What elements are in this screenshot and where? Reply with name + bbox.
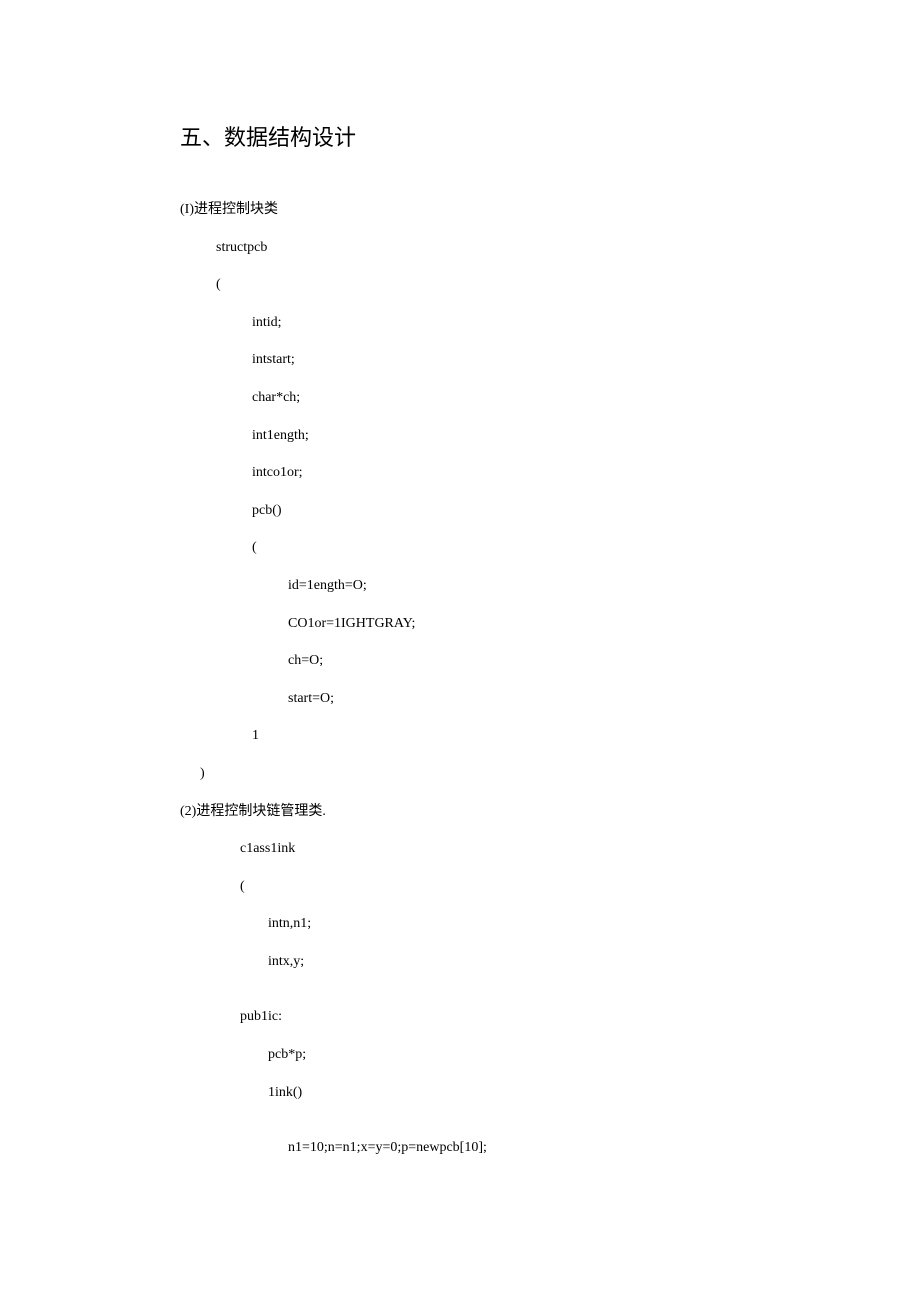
code-line: intstart;: [180, 350, 740, 370]
code-line: ): [180, 764, 740, 784]
code-line: intid;: [180, 313, 740, 333]
code-line: (: [180, 877, 740, 897]
code-line: int1ength;: [180, 426, 740, 446]
subsection-title-1: (I)进程控制块类: [180, 200, 740, 220]
code-line: id=1ength=O;: [180, 576, 740, 596]
code-line: 1: [180, 726, 740, 746]
code-line: pcb*p;: [180, 1045, 740, 1065]
code-line: pub1ic:: [180, 1007, 740, 1027]
code-line: (: [180, 538, 740, 558]
code-line: intn,n1;: [180, 914, 740, 934]
code-line: c1ass1ink: [180, 839, 740, 859]
section-heading: 五、数据结构设计: [180, 120, 740, 152]
code-line: char*ch;: [180, 388, 740, 408]
code-line: n1=10;n=n1;x=y=0;p=newpcb[10];: [180, 1138, 740, 1158]
code-line: (: [180, 275, 740, 295]
code-line: pcb(): [180, 501, 740, 521]
code-line: CO1or=1IGHTGRAY;: [180, 614, 740, 634]
code-line: structpcb: [180, 238, 740, 258]
code-line: start=O;: [180, 689, 740, 709]
document-page: 五、数据结构设计 (I)进程控制块类 structpcb ( intid; in…: [0, 0, 920, 1276]
code-line: ch=O;: [180, 651, 740, 671]
code-line: 1ink(): [180, 1083, 740, 1103]
code-line: intx,y;: [180, 952, 740, 972]
code-line: intco1or;: [180, 463, 740, 483]
subsection-title-2: (2)进程控制块链管理类.: [180, 802, 740, 822]
